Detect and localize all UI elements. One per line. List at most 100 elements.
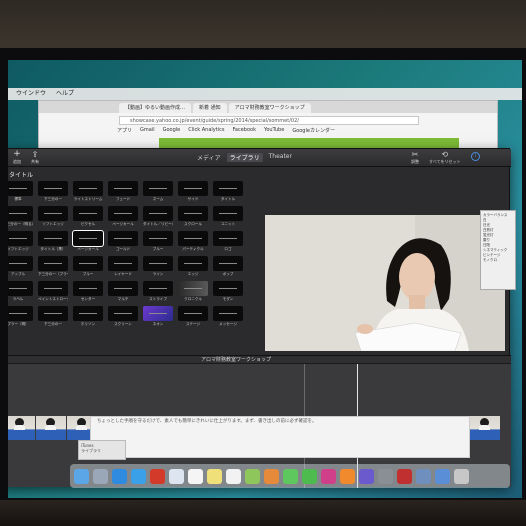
bookmark-item[interactable]: Facebook: [232, 127, 256, 134]
title-tile[interactable]: タイトル: [213, 181, 243, 203]
photo-booth-icon[interactable]: [397, 468, 412, 484]
title-tile[interactable]: ブルー: [73, 256, 103, 278]
title-tile[interactable]: ソフトエッジ: [38, 206, 68, 228]
title-tile[interactable]: 下三分の一（明るい）: [8, 206, 33, 228]
color-balance-option[interactable]: モノクロ: [483, 258, 513, 263]
title-tile[interactable]: ライン: [143, 256, 173, 278]
tab-theater[interactable]: Theater: [269, 153, 292, 162]
title-tile[interactable]: 下三分の一: [38, 181, 68, 203]
title-preview-line: [114, 213, 132, 214]
maps-icon[interactable]: [245, 468, 260, 484]
chrome-icon[interactable]: [150, 468, 165, 484]
itunes-thumbnail[interactable]: iTunes ライブラリ: [78, 440, 126, 460]
title-tile[interactable]: ラベル: [8, 281, 33, 303]
menu-item[interactable]: ウインドウ: [16, 90, 46, 97]
tab-media[interactable]: メディア: [197, 153, 221, 162]
launchpad-icon[interactable]: [93, 468, 108, 484]
title-tile[interactable]: タイトル（黒）: [38, 231, 68, 253]
tab-library[interactable]: ライブラリ: [226, 153, 263, 162]
video-clip[interactable]: [470, 416, 500, 440]
finder-icon[interactable]: [74, 468, 89, 484]
title-tile[interactable]: ホリゾン: [73, 306, 103, 328]
notes-icon[interactable]: [207, 468, 222, 484]
reset-all-button[interactable]: ⟲ すべてをリセット: [429, 151, 460, 165]
imovie-icon[interactable]: [359, 468, 374, 484]
title-tile[interactable]: ソフトエッジ: [8, 231, 33, 253]
info-icon[interactable]: i: [471, 152, 480, 161]
title-tile[interactable]: ポップ: [213, 256, 243, 278]
title-tile[interactable]: ストライプ: [143, 281, 173, 303]
browser-tab[interactable]: 【動画】ゆるい動画作成…: [119, 103, 192, 113]
itunes-icon[interactable]: [321, 468, 336, 484]
title-preview-line: [44, 288, 62, 289]
title-tile-label: レイヤード: [114, 272, 132, 276]
title-tile[interactable]: ペイントストローク: [38, 281, 68, 303]
title-tile[interactable]: ゴールド: [108, 231, 138, 253]
reminders-icon[interactable]: [226, 468, 241, 484]
title-tile[interactable]: ステージ: [178, 306, 208, 328]
title-tile[interactable]: エッジ: [178, 256, 208, 278]
title-tile[interactable]: 標準: [8, 181, 33, 203]
title-tile-label: ページカール: [77, 247, 99, 251]
title-tile[interactable]: 下三分の一: [38, 306, 68, 328]
title-tile[interactable]: ブルー: [143, 231, 173, 253]
title-tile[interactable]: クロニクル: [178, 281, 208, 303]
title-tile[interactable]: スクリーン: [108, 306, 138, 328]
app-store-icon[interactable]: [112, 468, 127, 484]
title-tile[interactable]: ページカール: [72, 230, 104, 253]
title-preview-line: [219, 238, 237, 239]
title-tile[interactable]: センター: [73, 281, 103, 303]
bookmark-item[interactable]: Google: [163, 127, 181, 134]
title-tile[interactable]: フェード: [108, 181, 138, 203]
title-tile-label: フェード: [115, 197, 131, 201]
title-tile[interactable]: ページカール: [108, 206, 138, 228]
calendar-icon[interactable]: [188, 468, 203, 484]
downloads-icon[interactable]: [435, 468, 450, 484]
photos-icon[interactable]: [264, 468, 279, 484]
menu-item[interactable]: ヘルプ: [56, 90, 74, 97]
title-tile[interactable]: メッセージ: [213, 306, 243, 328]
title-tile[interactable]: アップル: [8, 256, 33, 278]
safari-icon[interactable]: [131, 468, 146, 484]
bookmark-item[interactable]: Click Analytics: [188, 127, 224, 134]
mail-icon[interactable]: [169, 468, 184, 484]
title-tile[interactable]: レイヤード: [108, 256, 138, 278]
bookmark-item[interactable]: アプリ: [117, 127, 132, 134]
preview-icon[interactable]: [416, 468, 431, 484]
title-tile[interactable]: 下三分の一（ブラー）: [38, 256, 68, 278]
adjust-button[interactable]: ✂ 調整: [411, 151, 419, 165]
title-tile[interactable]: スクロール: [178, 206, 208, 228]
bookmark-item[interactable]: Gmail: [140, 127, 155, 134]
title-tile[interactable]: モダン: [213, 281, 243, 303]
title-tile[interactable]: パーティクル: [178, 231, 208, 253]
title-tile[interactable]: ロゴ: [213, 231, 243, 253]
title-tile[interactable]: ブラー（明）: [8, 306, 33, 328]
browser-tab[interactable]: アロマ財務教室ワークショップ: [228, 103, 311, 113]
address-bar[interactable]: showcase.yahoo.co.jp/event/guide/spring/…: [119, 116, 419, 125]
share-button[interactable]: ⇪ 共有: [27, 150, 43, 165]
bookmark-item[interactable]: Googleカレンダー: [292, 127, 335, 134]
title-tile[interactable]: ズーム: [143, 181, 173, 203]
facetime-icon[interactable]: [302, 468, 317, 484]
title-tile[interactable]: ピクセル: [73, 206, 103, 228]
title-tile[interactable]: マルチ: [108, 281, 138, 303]
video-viewer[interactable]: [265, 215, 505, 351]
video-clip[interactable]: [8, 416, 35, 440]
system-preferences-icon[interactable]: [378, 468, 393, 484]
video-clip[interactable]: [36, 416, 66, 440]
share-icon: ⇪: [31, 150, 39, 159]
browser-tab[interactable]: 新着 通知: [193, 103, 227, 113]
title-thumbnail: [38, 281, 68, 296]
title-tile[interactable]: ライトストリーム: [73, 181, 103, 203]
trash-icon[interactable]: [454, 468, 469, 484]
ibooks-icon[interactable]: [340, 468, 355, 484]
messages-icon[interactable]: [283, 468, 298, 484]
bookmark-item[interactable]: YouTube: [264, 127, 284, 134]
title-tile[interactable]: タイトル／リビール: [143, 206, 173, 228]
title-tile-label: タイトル: [220, 197, 236, 201]
add-media-label: 追加: [13, 159, 21, 164]
title-tile[interactable]: サイド: [178, 181, 208, 203]
title-tile[interactable]: ユニット: [213, 206, 243, 228]
title-tile[interactable]: ネオン: [143, 306, 173, 328]
add-media-button[interactable]: + 追加: [9, 150, 25, 165]
